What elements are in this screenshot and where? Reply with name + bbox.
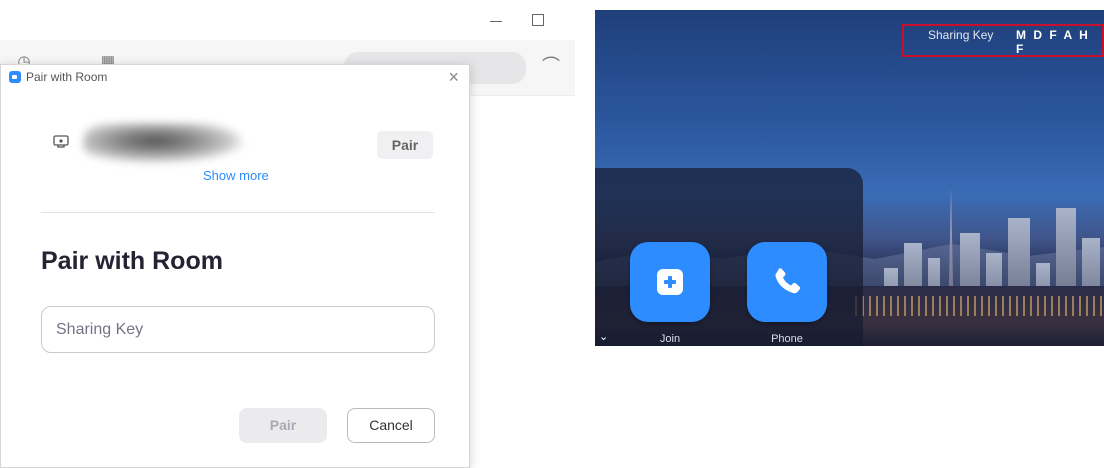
join-icon (657, 269, 683, 295)
phone-icon (775, 268, 801, 294)
minimize-icon[interactable] (487, 10, 505, 28)
window-controls (487, 10, 545, 28)
city-lights (855, 296, 1104, 316)
sharing-key-value: M D F A H F (1016, 28, 1090, 56)
headset-icon[interactable]: ⌒ (540, 54, 562, 78)
cancel-button[interactable]: Cancel (347, 408, 435, 443)
maximize-icon[interactable] (527, 10, 545, 28)
join-button[interactable] (630, 242, 710, 322)
sharing-key-input[interactable] (41, 306, 435, 353)
pair-room-button[interactable]: Pair (377, 131, 433, 159)
zoom-room-screen: Join Phone ⌄ Sharing Key M D F A H F (595, 10, 1104, 346)
phone-label: Phone (771, 333, 803, 345)
show-more-link[interactable]: Show more (203, 168, 269, 183)
dialog-titlebar: Pair with Room (9, 70, 107, 84)
sharing-key-label: Sharing Key (928, 28, 994, 42)
phone-button[interactable] (747, 242, 827, 322)
dialog-heading: Pair with Room (41, 247, 223, 275)
monitor-icon (53, 135, 69, 148)
dialog-window-title: Pair with Room (26, 70, 108, 84)
pair-with-room-dialog: Pair with Room × Pair Show more Pair wit… (0, 64, 470, 468)
chevron-down-icon[interactable]: ⌄ (599, 332, 609, 343)
blurred-room-name (83, 123, 243, 163)
zoom-logo-icon (9, 71, 21, 83)
screenshot-root: ◷ ▦ o ⌒ Pair with Room × Pair Show (0, 0, 1104, 468)
pair-button[interactable]: Pair (239, 408, 327, 443)
join-label: Join (659, 333, 681, 345)
divider (41, 212, 435, 213)
close-icon[interactable]: × (448, 68, 459, 86)
zoom-client-window: ◷ ▦ o ⌒ Pair with Room × Pair Show (0, 0, 575, 468)
